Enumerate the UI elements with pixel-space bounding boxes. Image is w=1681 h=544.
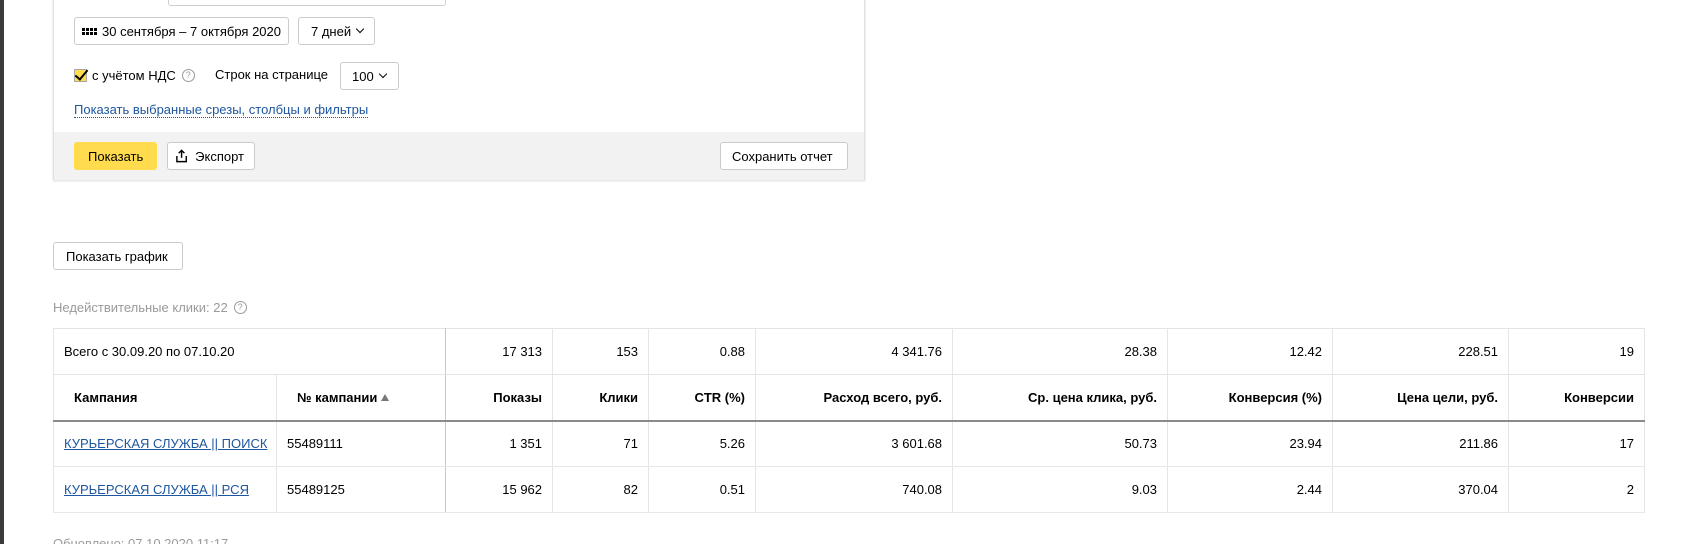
vat-label: с учётом НДС bbox=[92, 67, 176, 83]
rows-per-page-value: 100 bbox=[352, 68, 374, 84]
total-cell: 4 341.76 bbox=[755, 328, 954, 375]
table-cell: 23.94 bbox=[1167, 420, 1334, 467]
column-header-avg-cpc[interactable]: Ср. цена клика, руб. bbox=[952, 374, 1169, 422]
column-header-campaign-id[interactable]: № кампании bbox=[276, 374, 447, 422]
help-icon[interactable]: ? bbox=[233, 301, 247, 314]
table-cell: 0.51 bbox=[648, 466, 757, 513]
chevron-down-icon bbox=[355, 24, 365, 34]
export-label: Экспорт bbox=[195, 148, 244, 164]
campaign-id-cell: 55489111 bbox=[276, 420, 447, 467]
table-header-row: Кампания № кампании Показы Клики CTR (%)… bbox=[53, 374, 1645, 422]
vat-checkbox[interactable] bbox=[74, 68, 87, 82]
export-button[interactable]: Экспорт bbox=[167, 142, 255, 170]
export-icon bbox=[176, 149, 187, 163]
total-cell: 153 bbox=[552, 328, 650, 375]
rows-per-page-label: Строк на странице bbox=[215, 67, 329, 82]
column-header-clicks[interactable]: Клики bbox=[552, 374, 650, 422]
table-cell: 9.03 bbox=[952, 466, 1169, 513]
table-row: КУРЬЕРСКАЯ СЛУЖБА || ПОИСК 55489111 1 35… bbox=[53, 420, 1645, 467]
total-cell: 0.88 bbox=[648, 328, 757, 375]
table-cell: 2.44 bbox=[1167, 466, 1334, 513]
table-cell: 740.08 bbox=[755, 466, 954, 513]
sort-asc-icon bbox=[381, 393, 390, 401]
total-cell: 228.51 bbox=[1332, 328, 1510, 375]
period-select[interactable]: 7 дней bbox=[298, 17, 375, 45]
campaign-link[interactable]: КУРЬЕРСКАЯ СЛУЖБА || ПОИСК bbox=[64, 436, 267, 451]
vat-checkbox-row[interactable]: с учётом НДС ? bbox=[74, 64, 195, 86]
rows-per-page-select[interactable]: 100 bbox=[340, 62, 399, 90]
campaign-link[interactable]: КУРЬЕРСКАЯ СЛУЖБА || РСЯ bbox=[64, 482, 249, 497]
date-range-button[interactable]: 30 сентября – 7 октября 2020 bbox=[74, 17, 289, 45]
calendar-icon bbox=[82, 27, 97, 35]
show-chart-button[interactable]: Показать график bbox=[53, 242, 183, 270]
statistics-table: Всего с 30.09.20 по 07.10.20 17 313 153 … bbox=[53, 328, 1646, 513]
invalid-clicks-info: Недействительные клики: 22 ? bbox=[53, 300, 247, 315]
invalid-clicks-label: Недействительные клики: 22 bbox=[53, 300, 228, 315]
help-icon[interactable]: ? bbox=[181, 68, 195, 82]
total-cell: 28.38 bbox=[952, 328, 1169, 375]
chevron-down-icon bbox=[378, 69, 387, 79]
table-cell: 50.73 bbox=[952, 420, 1169, 467]
total-cell: 19 bbox=[1508, 328, 1645, 375]
show-cuts-link[interactable]: Показать выбранные срезы, столбцы и филь… bbox=[74, 102, 369, 118]
column-header-ctr[interactable]: CTR (%) bbox=[648, 374, 757, 422]
window-left-edge bbox=[0, 0, 4, 544]
updated-timestamp: Обновлено: 07.10.2020 11:17 bbox=[53, 536, 229, 544]
date-range-label: 30 сентября – 7 октября 2020 bbox=[102, 23, 281, 39]
table-cell: 2 bbox=[1508, 466, 1645, 513]
table-row: КУРЬЕРСКАЯ СЛУЖБА || РСЯ 55489125 15 962… bbox=[53, 466, 1645, 513]
total-cell: 12.42 bbox=[1167, 328, 1334, 375]
table-cell: 17 bbox=[1508, 420, 1645, 467]
table-cell: 5.26 bbox=[648, 420, 757, 467]
table-cell: 211.86 bbox=[1332, 420, 1510, 467]
column-header-cost[interactable]: Расход всего, руб. bbox=[755, 374, 954, 422]
table-cell: 15 962 bbox=[445, 466, 554, 513]
table-cell: 3 601.68 bbox=[755, 420, 954, 467]
total-cell: 17 313 bbox=[445, 328, 554, 375]
column-header-impressions[interactable]: Показы bbox=[445, 374, 554, 422]
show-button[interactable]: Показать bbox=[74, 142, 157, 170]
campaign-id-cell: 55489125 bbox=[276, 466, 447, 513]
save-report-button[interactable]: Сохранить отчет bbox=[720, 142, 848, 170]
table-cell: 82 bbox=[552, 466, 650, 513]
table-cell: 370.04 bbox=[1332, 466, 1510, 513]
column-header-campaign[interactable]: Кампания bbox=[53, 374, 277, 422]
total-label: Всего с 30.09.20 по 07.10.20 bbox=[53, 328, 447, 375]
column-header-conversions[interactable]: Конверсии bbox=[1508, 374, 1645, 422]
table-total-row: Всего с 30.09.20 по 07.10.20 17 313 153 … bbox=[53, 328, 1645, 375]
column-header-conversion-rate[interactable]: Конверсия (%) bbox=[1167, 374, 1334, 422]
column-header-label: № кампании bbox=[297, 389, 378, 405]
column-header-goal-cost[interactable]: Цена цели, руб. bbox=[1332, 374, 1510, 422]
table-cell: 71 bbox=[552, 420, 650, 467]
table-cell: 1 351 bbox=[445, 420, 554, 467]
cut-off-input[interactable] bbox=[168, 0, 446, 6]
period-label: 7 дней bbox=[311, 23, 352, 39]
